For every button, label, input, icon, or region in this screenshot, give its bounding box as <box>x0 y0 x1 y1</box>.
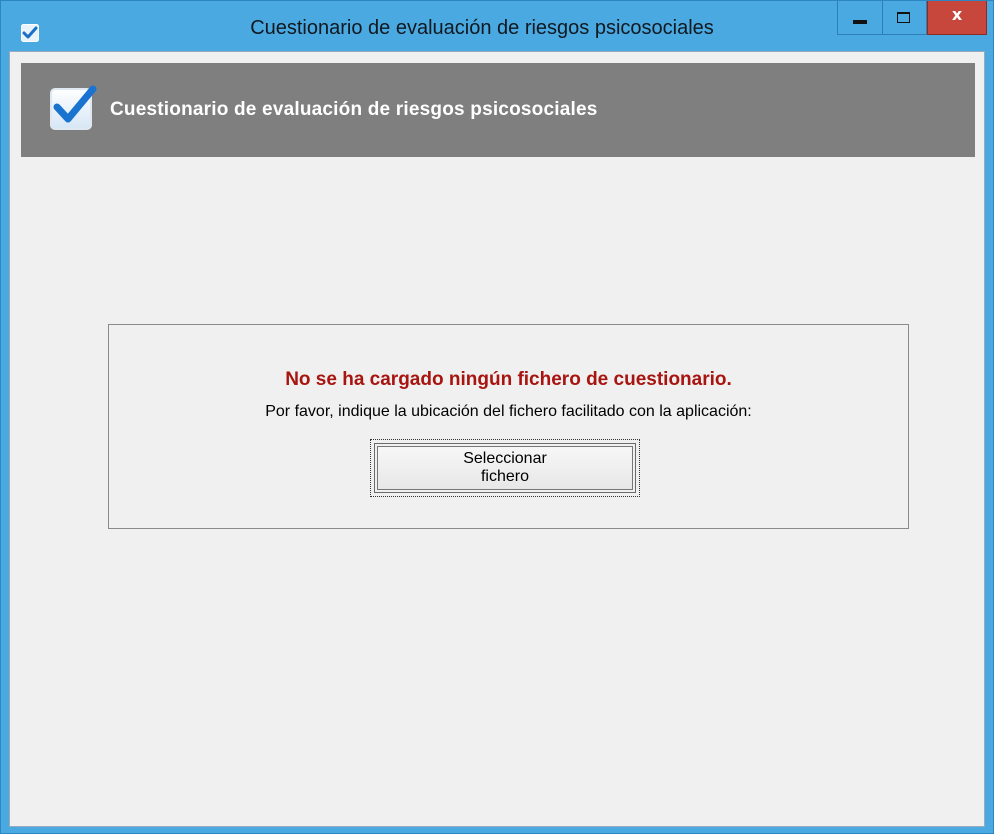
header-title: Cuestionario de evaluación de riesgos ps… <box>110 99 598 120</box>
minimize-button[interactable] <box>837 1 883 35</box>
app-checkmark-icon <box>21 24 39 42</box>
checkmark-icon <box>50 85 97 130</box>
error-message: No se ha cargado ningún fichero de cuest… <box>285 369 732 390</box>
window-title: Cuestionario de evaluación de riesgos ps… <box>250 17 714 39</box>
instructions-text: Por favor, indique la ubicación del fich… <box>265 403 752 420</box>
minimize-icon <box>853 20 867 24</box>
select-file-button[interactable]: Seleccionar fichero <box>370 439 640 497</box>
maximize-button[interactable] <box>883 1 927 35</box>
close-button[interactable]: x <box>927 1 987 35</box>
title-bar[interactable]: Cuestionario de evaluación de riesgos ps… <box>1 1 993 51</box>
close-icon: x <box>951 5 963 24</box>
application-window: Cuestionario de evaluación de riesgos ps… <box>0 0 994 834</box>
app-header: Cuestionario de evaluación de riesgos ps… <box>21 63 975 157</box>
maximize-icon <box>897 12 910 23</box>
file-prompt-panel: No se ha cargado ningún fichero de cuest… <box>108 324 909 529</box>
select-file-button-label: Seleccionar fichero <box>370 439 640 497</box>
